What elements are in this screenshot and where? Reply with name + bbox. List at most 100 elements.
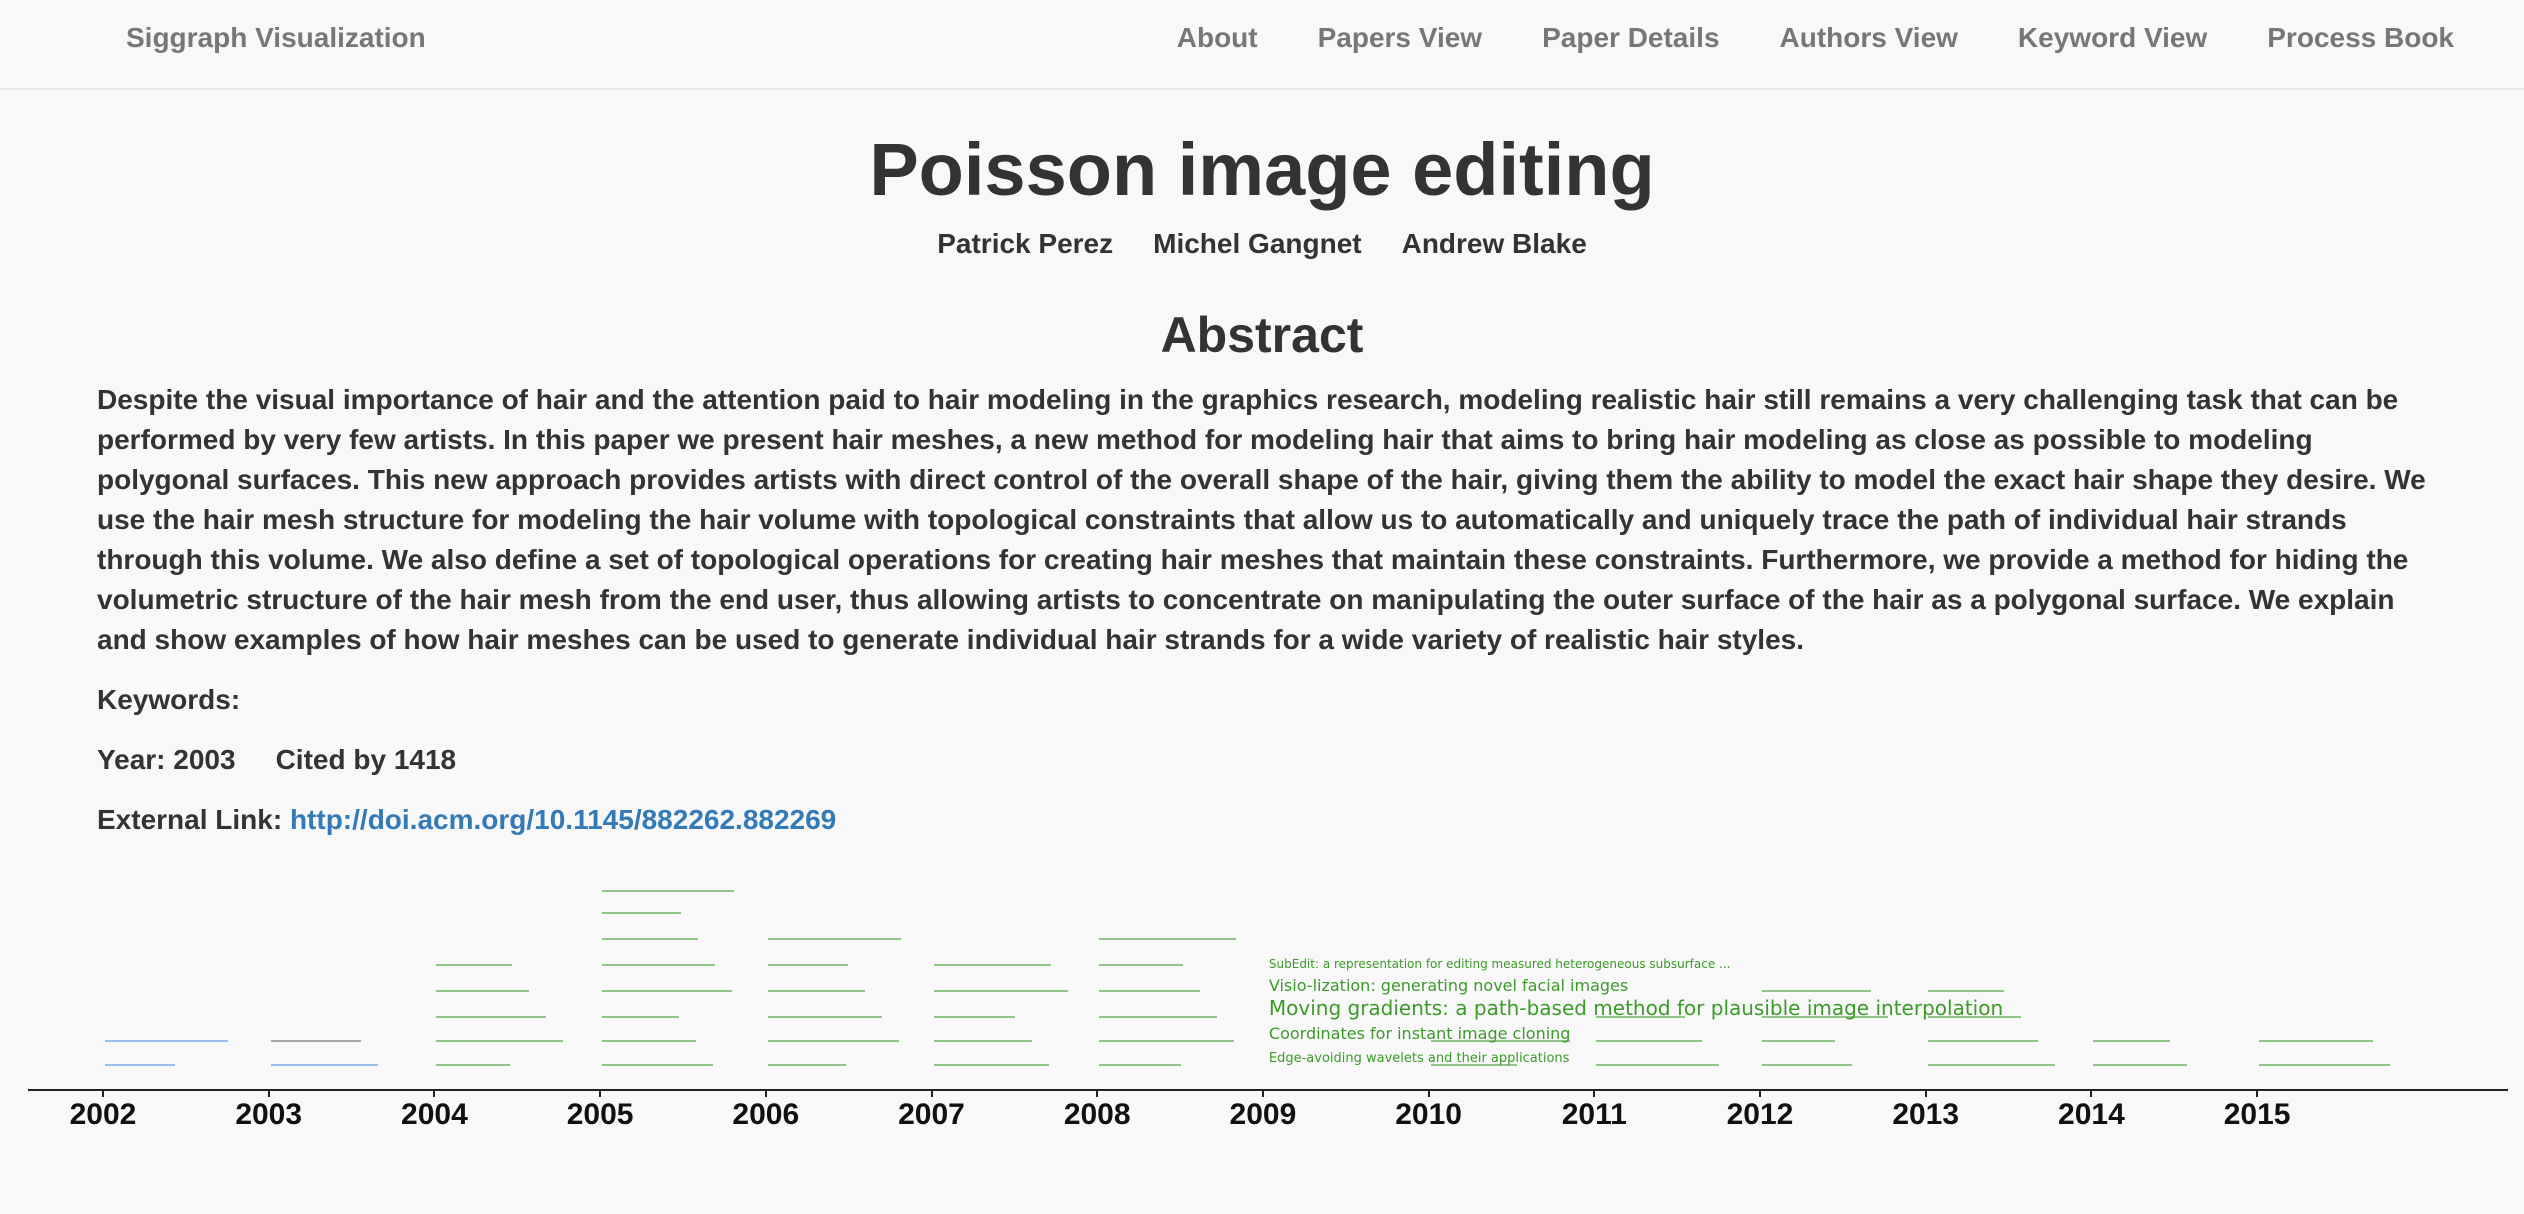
- nav-menu: About Papers View Paper Details Authors …: [1147, 22, 2484, 54]
- timeline-year-label: 2009: [1229, 1098, 1297, 1131]
- timeline-paper-mark[interactable]: [270, 1064, 378, 1066]
- timeline-paper-mark[interactable]: [933, 990, 1068, 992]
- timeline-paper-mark[interactable]: [602, 990, 733, 992]
- timeline-paper-title[interactable]: Edge-avoiding wavelets and their applica…: [1269, 1052, 1570, 1065]
- timeline-paper-mark[interactable]: [602, 1016, 680, 1018]
- nav-item-papers-view[interactable]: Papers View: [1288, 22, 1512, 54]
- timeline-paper-mark[interactable]: [767, 1064, 846, 1066]
- timeline-paper-mark[interactable]: [2259, 1040, 2374, 1042]
- timeline-paper-mark[interactable]: [767, 990, 865, 992]
- citation-timeline: 2002 2003 2004 2005 2006 2007 2008 2009 2010 2011…: [0, 890, 2524, 1140]
- timeline-year-label: 2006: [732, 1098, 800, 1131]
- timeline-tick: [2090, 1089, 2093, 1097]
- timeline-paper-mark[interactable]: [767, 964, 848, 966]
- timeline-year-label: 2011: [1561, 1098, 1627, 1131]
- timeline-paper-mark[interactable]: [1099, 1040, 1235, 1042]
- timeline-tick: [1096, 1089, 1099, 1097]
- timeline-year-label: 2008: [1063, 1098, 1131, 1131]
- timeline-paper-mark[interactable]: [1762, 1064, 1852, 1066]
- timeline-paper-mark[interactable]: [1596, 1064, 1720, 1066]
- paper-title: Poisson image editing: [869, 128, 1655, 211]
- timeline-year-label: 2007: [898, 1098, 965, 1131]
- timeline-axis: [28, 1089, 2508, 1091]
- timeline-paper-mark[interactable]: [436, 1040, 564, 1042]
- timeline-year-label: 2010: [1395, 1098, 1462, 1131]
- timeline-tick: [267, 1089, 270, 1097]
- nav-item-about[interactable]: About: [1147, 22, 1288, 54]
- external-link-label: External Link:: [97, 804, 283, 835]
- timeline-paper-mark[interactable]: [1596, 1040, 1703, 1042]
- timeline-year-label: 2012: [1726, 1098, 1794, 1131]
- timeline-tick: [1427, 1089, 1430, 1097]
- timeline-paper-mark[interactable]: [436, 1064, 511, 1066]
- timeline-tick: [1759, 1089, 1761, 1097]
- timeline-year-label: 2004: [401, 1098, 468, 1131]
- timeline-paper-mark[interactable]: [1762, 990, 1871, 992]
- timeline-paper-mark[interactable]: [436, 1016, 547, 1018]
- timeline-paper-mark[interactable]: [767, 938, 901, 940]
- timeline-year-label: 2013: [1892, 1098, 1960, 1131]
- author-list: Patrick Perez Michel Gangnet Andrew Blak…: [0, 228, 2524, 260]
- timeline-paper-mark[interactable]: [1099, 1064, 1182, 1066]
- cited-count: Cited by 1418: [275, 744, 457, 775]
- timeline-paper-mark[interactable]: [767, 1040, 899, 1042]
- nav-item-authors-view[interactable]: Authors View: [1750, 22, 1988, 54]
- year-cited-line: Year: 2003 Cited by 1418: [97, 744, 456, 776]
- timeline-paper-mark[interactable]: [602, 964, 716, 966]
- timeline-paper-mark[interactable]: [602, 1040, 697, 1042]
- author-name[interactable]: Michel Gangnet: [1153, 228, 1361, 260]
- timeline-paper-mark[interactable]: [933, 1016, 1015, 1018]
- abstract-heading: Abstract: [1160, 307, 1364, 363]
- timeline-year-label: 2015: [2223, 1098, 2291, 1131]
- abstract-text: Despite the visual importance of hair an…: [97, 384, 2426, 655]
- nav-item-process-book[interactable]: Process Book: [2237, 22, 2484, 54]
- timeline-paper-mark[interactable]: [933, 1040, 1032, 1042]
- timeline-tick: [1261, 1089, 1264, 1097]
- timeline-paper-mark[interactable]: [602, 912, 682, 914]
- timeline-paper-mark[interactable]: [105, 1064, 175, 1066]
- nav-item-paper-details[interactable]: Paper Details: [1512, 22, 1749, 54]
- timeline-paper-mark[interactable]: [1099, 1016, 1218, 1018]
- timeline-paper-mark[interactable]: [1099, 990, 1201, 992]
- keywords-label: Keywords:: [97, 684, 241, 715]
- timeline-paper-title[interactable]: Moving gradients: a path-based method fo…: [1269, 998, 2003, 1018]
- external-link-line: External Link: http://doi.acm.org/10.114…: [97, 804, 836, 836]
- timeline-paper-mark[interactable]: [2259, 1064, 2391, 1066]
- timeline-paper-mark[interactable]: [1099, 964, 1184, 966]
- timeline-tick: [764, 1089, 767, 1097]
- timeline-paper-mark[interactable]: [933, 1064, 1049, 1066]
- author-name[interactable]: Andrew Blake: [1402, 228, 1587, 260]
- timeline-tick: [433, 1089, 436, 1097]
- timeline-paper-mark[interactable]: [1927, 1040, 2038, 1042]
- external-link[interactable]: http://doi.acm.org/10.1145/882262.882269: [290, 804, 836, 835]
- timeline-year-label: 2002: [69, 1098, 137, 1131]
- timeline-year-label: 2014: [2058, 1098, 2125, 1131]
- nav-item-keyword-view[interactable]: Keyword View: [1988, 22, 2237, 54]
- timeline-paper-mark[interactable]: [602, 1064, 714, 1066]
- timeline-paper-mark[interactable]: [270, 1040, 361, 1042]
- timeline-paper-mark[interactable]: [602, 938, 699, 940]
- timeline-paper-mark[interactable]: [1099, 938, 1237, 940]
- timeline-paper-mark[interactable]: [436, 964, 513, 966]
- timeline-paper-mark[interactable]: [2093, 1040, 2171, 1042]
- navbar: Siggraph Visualization About Papers View…: [0, 0, 2524, 90]
- timeline-paper-title[interactable]: Visio-lization: generating novel facial …: [1269, 978, 1628, 994]
- timeline-paper-mark[interactable]: [933, 964, 1051, 966]
- timeline-paper-mark[interactable]: [1762, 1040, 1835, 1042]
- timeline-paper-mark[interactable]: [1927, 1064, 2055, 1066]
- author-name[interactable]: Patrick Perez: [937, 228, 1113, 260]
- timeline-paper-title[interactable]: SubEdit: a representation for editing me…: [1269, 958, 1731, 970]
- timeline-paper-title[interactable]: Coordinates for instant image cloning: [1269, 1026, 1571, 1042]
- year-label: Year: 2003: [97, 744, 236, 775]
- timeline-paper-mark[interactable]: [436, 990, 530, 992]
- keywords-line: Keywords:: [97, 684, 240, 716]
- timeline-tick: [102, 1089, 104, 1097]
- timeline-paper-mark[interactable]: [105, 1040, 228, 1042]
- timeline-tick: [1924, 1089, 1927, 1097]
- timeline-paper-mark[interactable]: [1927, 990, 2004, 992]
- timeline-paper-mark[interactable]: [602, 890, 735, 892]
- timeline-paper-mark[interactable]: [767, 1016, 882, 1018]
- brand-link[interactable]: Siggraph Visualization: [126, 22, 426, 54]
- timeline-paper-mark[interactable]: [2093, 1064, 2188, 1066]
- timeline-tick: [1593, 1089, 1596, 1097]
